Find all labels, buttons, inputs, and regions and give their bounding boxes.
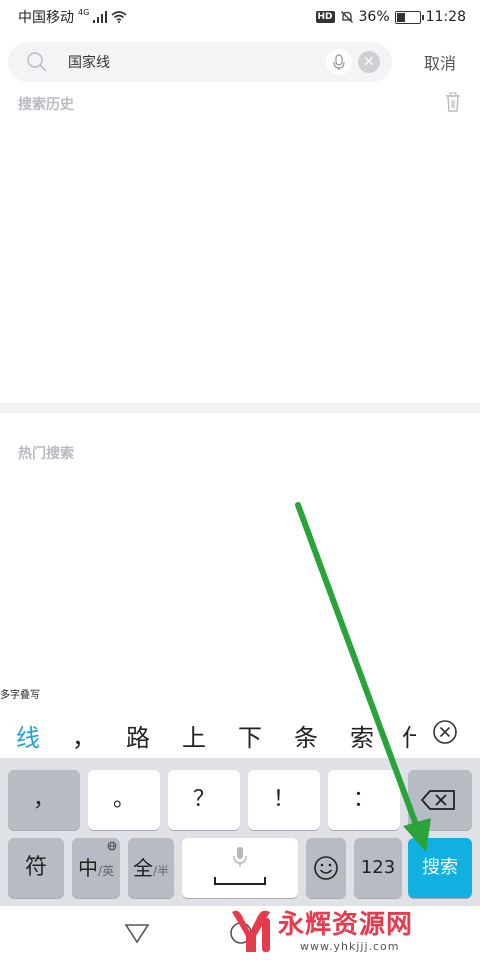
key-label: 全 [132, 856, 153, 880]
cancel-button[interactable]: 取消 [412, 50, 468, 74]
backspace-icon [420, 790, 455, 810]
key-exclamation[interactable]: ！ [248, 770, 320, 830]
back-triangle-icon[interactable] [124, 922, 150, 944]
close-icon: ✕ [363, 54, 375, 70]
candidate-word[interactable]: 索 [350, 718, 374, 753]
clock: 11:28 [425, 9, 466, 25]
hot-search-title: 热门搜索 [18, 446, 74, 462]
candidate-word[interactable]: 什 [402, 718, 416, 753]
language-switch-key[interactable]: 中/英 [72, 838, 120, 898]
clear-search-button[interactable]: ✕ [358, 51, 380, 73]
key-label: 123 [360, 857, 396, 878]
carrier-label: 中国移动 [18, 10, 74, 26]
hd-badge: HD [315, 11, 335, 23]
space-bar-icon [214, 877, 266, 885]
key-label: ？ [192, 787, 215, 812]
space-key[interactable] [182, 838, 298, 898]
candidate-word[interactable]: 线 [16, 718, 40, 753]
microphone-icon [233, 847, 247, 867]
battery-icon [394, 10, 424, 24]
section-divider [0, 403, 480, 413]
smiley-icon [314, 856, 338, 880]
network-type: 4G [78, 7, 90, 17]
status-bar: 中国移动 4G HD 36% 11:28 [0, 0, 480, 34]
search-row: ✕ 取消 [0, 40, 480, 84]
key-label: ， [32, 787, 55, 812]
search-key[interactable]: 搜索 [408, 838, 472, 898]
search-input[interactable] [68, 52, 308, 72]
microphone-icon [333, 54, 345, 70]
ime-mode-label: 多字叠写 [0, 690, 40, 701]
candidate-word[interactable]: 路 [126, 718, 150, 753]
key-period[interactable]: 。 [88, 770, 160, 830]
key-label: 搜索 [422, 857, 458, 878]
voice-search-button[interactable] [326, 49, 352, 75]
numbers-key[interactable]: 123 [354, 838, 402, 898]
search-icon [27, 52, 47, 72]
watermark-url: www.yhkjjj.com [300, 940, 400, 953]
key-sublabel: /半 [152, 864, 170, 878]
trash-icon[interactable] [444, 92, 462, 112]
candidate-word[interactable]: 上 [182, 718, 206, 753]
key-label: 符 [24, 855, 47, 880]
candidate-word[interactable]: 条 [294, 718, 318, 753]
candidate-word[interactable]: ， [72, 718, 96, 753]
backspace-key[interactable] [408, 770, 472, 830]
fullwidth-toggle-key[interactable]: 全/半 [128, 838, 174, 898]
emoji-key[interactable] [306, 838, 346, 898]
battery-percent: 36% [358, 9, 390, 25]
watermark-logo-icon [232, 910, 270, 952]
candidate-word[interactable]: 下 [238, 718, 262, 753]
key-comma[interactable]: ， [8, 770, 80, 830]
watermark-text: 永辉资源网 [278, 910, 414, 940]
globe-icon [107, 841, 117, 851]
search-history-title: 搜索历史 [18, 97, 74, 113]
key-label: ！ [272, 787, 295, 812]
keyboard: ， 。 ？ ！ ： 符 中/英 全/半 123 搜索 [0, 758, 480, 906]
symbol-key[interactable]: 符 [8, 838, 64, 898]
key-question[interactable]: ？ [168, 770, 240, 830]
candidate-bar: 线 ， 路 上 下 条 索 什 [0, 706, 480, 758]
key-sublabel: /英 [97, 864, 115, 878]
key-colon[interactable]: ： [328, 770, 400, 830]
watermark: 永辉资源网 www.yhkjjj.com [226, 902, 478, 960]
key-label: 。 [112, 787, 135, 812]
key-label: ： [352, 787, 375, 812]
key-label: 中 [77, 856, 98, 880]
search-box[interactable]: ✕ [8, 42, 392, 82]
signal-icon [93, 11, 108, 23]
mute-bell-icon [340, 11, 353, 23]
wifi-icon [111, 11, 127, 23]
delete-candidate-icon[interactable] [432, 719, 458, 745]
